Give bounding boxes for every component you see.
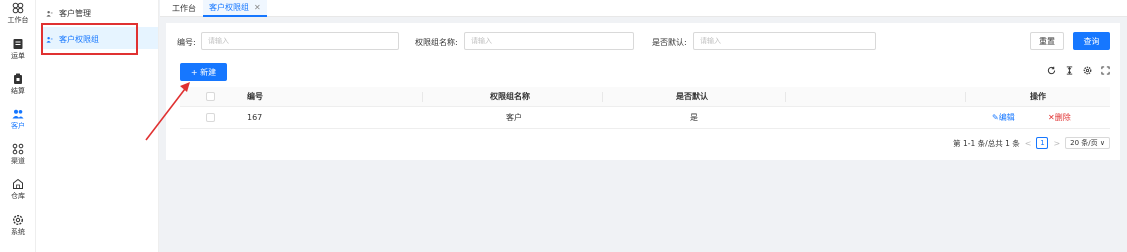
system-icon [12,214,24,226]
settings-icon[interactable] [1083,66,1092,75]
table-header: 编号 权限组名称 是否默认 操作 [180,87,1110,107]
permission-group-table: 编号 权限组名称 是否默认 操作 167 客户 是 ✎编辑 ✕删除 [180,87,1110,129]
rail-item-settlement[interactable]: 结算 [0,73,36,96]
cell-is-default: 是 [690,113,698,122]
rail-item-waybill[interactable]: 运单 [0,38,36,61]
channel-icon [12,143,24,155]
column-divider [422,92,423,102]
close-icon[interactable]: ✕ [254,3,261,12]
table-row[interactable]: 167 客户 是 ✎编辑 ✕删除 [180,107,1110,129]
column-divider [965,92,966,102]
new-button[interactable]: + 新建 [180,63,227,81]
default-filter-label: 是否默认: [652,38,687,47]
cell-code: 167 [247,113,263,122]
tab-customer-permission-group[interactable]: 客户权限组 ✕ [203,0,267,17]
rail-label: 结算 [11,87,25,95]
default-filter-input[interactable]: 请输入 [693,32,876,50]
waybill-icon [13,39,23,49]
refresh-icon[interactable] [1047,66,1056,75]
rail-item-warehouse[interactable]: 仓库 [0,178,36,201]
rail-label: 客户 [11,122,25,130]
delete-link[interactable]: ✕删除 [1048,107,1071,128]
icon-rail: 工作台 运单 结算 客户 渠道 仓库 系统 [0,0,36,252]
tab-label: 客户权限组 [209,3,249,12]
pagination: 第 1-1 条/总共 1 条 < 1 > 20 条/页 ∨ [953,137,1110,149]
annotation-highlight-box [41,23,138,55]
rail-item-channel[interactable]: 渠道 [0,143,36,166]
submenu-label: 客户管理 [59,9,91,18]
rail-label: 仓库 [11,192,25,200]
workbench-icon [12,2,24,14]
tab-workbench[interactable]: 工作台 [172,0,196,17]
customer-icon [12,109,24,119]
page-1-button[interactable]: 1 [1036,137,1049,149]
column-divider [602,92,603,102]
reset-button[interactable]: 重置 [1030,32,1064,50]
name-filter-label: 权限组名称: [415,38,458,47]
rail-item-system[interactable]: 系统 [0,214,36,237]
row-checkbox[interactable] [206,107,215,128]
submenu-item-customer-management[interactable]: 客户管理 [46,8,91,19]
name-filter-input[interactable]: 请输入 [464,32,634,50]
rail-label: 渠道 [11,157,25,165]
tab-bar: 工作台 客户权限组 ✕ [160,0,1127,17]
edit-link[interactable]: ✎编辑 [992,107,1015,128]
header-actions: 操作 [1030,92,1046,101]
user-group-icon [46,10,53,17]
header-code: 编号 [247,92,263,101]
rail-item-workbench[interactable]: 工作台 [0,2,36,25]
rail-label: 运单 [11,52,25,60]
fullscreen-icon[interactable] [1101,66,1110,75]
rail-label: 工作台 [7,16,29,24]
header-name: 权限组名称 [490,92,530,101]
cell-name: 客户 [506,113,522,122]
next-page-button[interactable]: > [1053,139,1060,148]
column-height-icon[interactable] [1065,66,1074,75]
prev-page-button[interactable]: < [1025,139,1032,148]
column-divider [785,92,786,102]
warehouse-icon [13,178,23,189]
page-size-select[interactable]: 20 条/页 ∨ [1065,137,1110,149]
code-filter-label: 编号: [177,38,196,47]
rail-label: 系统 [11,228,25,236]
settlement-icon [14,73,22,84]
table-toolbar [1047,66,1110,75]
rail-item-customer[interactable]: 客户 [0,108,36,131]
select-all-checkbox[interactable] [206,87,215,106]
search-button[interactable]: 查询 [1073,32,1110,50]
tab-label: 工作台 [172,4,196,13]
pagination-summary: 第 1-1 条/总共 1 条 [953,138,1020,148]
code-filter-input[interactable]: 请输入 [201,32,399,50]
main-panel: 编号: 请输入 权限组名称: 请输入 是否默认: 请输入 重置 查询 + 新建 … [166,23,1120,160]
header-is-default: 是否默认 [676,92,708,101]
